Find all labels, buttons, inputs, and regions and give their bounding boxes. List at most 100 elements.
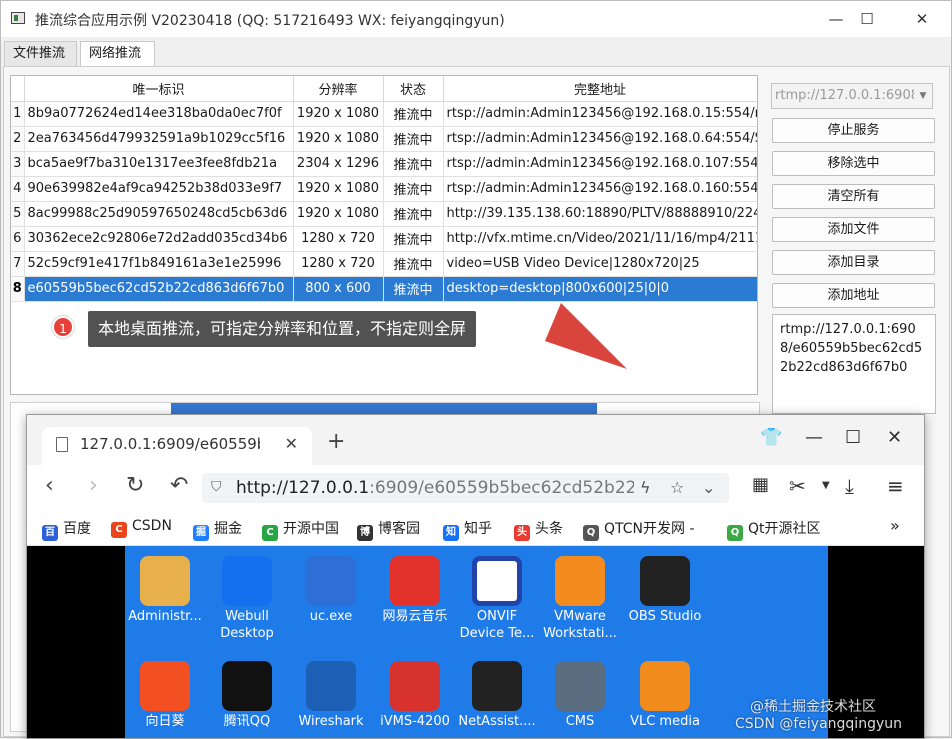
cell-id: 8b9a0772624ed14ee318ba0da0ec7f0f xyxy=(24,101,294,127)
header-url[interactable]: 完整地址 xyxy=(443,76,757,102)
scissors-icon[interactable]: ✂ xyxy=(789,474,806,498)
desktop-icon-label: VMware Workstati... xyxy=(543,609,617,641)
cell-status: 推流中 xyxy=(383,101,444,127)
chevron-down-icon: ▼ xyxy=(914,84,932,108)
desktop-icon-label: VLC media xyxy=(630,714,700,729)
cell-id: bca5ae9f7ba310e1317ee3fee8fdb21a xyxy=(24,151,294,177)
row-number: 6 xyxy=(11,226,25,252)
cell-url: rtsp://admin:Admin123456@192.168.0.15:55… xyxy=(443,101,757,127)
bookmark-item[interactable]: C 开源中国 xyxy=(262,518,339,541)
chevron-down-icon[interactable]: ⌄ xyxy=(702,478,715,497)
browser-tab[interactable]: 127.0.0.1:6909/e60559b5 ✕ xyxy=(42,427,312,465)
apps-icon[interactable]: ▦ xyxy=(752,474,769,495)
row-number: 7 xyxy=(11,251,25,277)
close-browser-icon[interactable]: ✕ xyxy=(887,427,902,448)
back-icon[interactable]: ‹ xyxy=(45,473,54,498)
row-number: 3 xyxy=(11,151,25,177)
cell-status: 推流中 xyxy=(383,201,444,227)
bookmark-item[interactable]: 掘掘金 xyxy=(193,518,242,541)
desktop-icon[interactable]: Webull Desktop xyxy=(205,556,289,642)
table-row[interactable]: 3 bca5ae9f7ba310e1317ee3fee8fdb21a 2304 x … xyxy=(11,151,757,177)
server-select[interactable]: rtmp://127.0.0.1:6908 ▼ xyxy=(771,83,933,109)
maximize-browser-icon[interactable]: ☐ xyxy=(845,427,861,448)
bookmark-item[interactable]: 知知乎 xyxy=(443,518,492,541)
browser-tab-title: 127.0.0.1:6909/e60559b5 xyxy=(80,435,260,453)
desktop-icon[interactable]: Wireshark xyxy=(289,661,373,730)
tab-network-push[interactable]: 网络推流 xyxy=(80,41,155,68)
stream-table[interactable]: 唯一标识 分辨率 状态 完整地址 1 8b9a0772624ed14ee318ba… xyxy=(10,75,758,395)
desktop-icon[interactable]: ONVIF Device Te... xyxy=(455,556,539,642)
cell-id: 52c59cf91e417f1b849161a3e1e25996 xyxy=(24,251,294,277)
desktop-app-icon xyxy=(640,661,690,711)
table-row[interactable]: 2 2ea763456d479932591a9b1029cc5f16 1920 x … xyxy=(11,126,757,152)
scissors-menu-icon[interactable]: ▼ xyxy=(822,480,830,491)
row-number: 2 xyxy=(11,126,25,152)
desktop-icon[interactable]: VMware Workstati... xyxy=(538,556,622,642)
bookmark-item[interactable]: C CSDN xyxy=(111,518,172,538)
desktop-icon[interactable]: NetAssist.... xyxy=(455,661,539,730)
clear-all-button[interactable]: 清空所有 xyxy=(772,184,935,209)
header-id[interactable]: 唯一标识 xyxy=(24,76,294,102)
minimize-browser-icon[interactable]: — xyxy=(805,427,823,448)
address-bar[interactable]: ⛉ http://127.0.0.1:6909/e60559b5bec62cd5… xyxy=(202,473,729,503)
row-number: 1 xyxy=(11,101,25,127)
maximize-button[interactable]: ☐ xyxy=(844,1,890,37)
desktop-icon[interactable]: iVMS-4200 xyxy=(373,661,457,730)
bookmark-icon: Q xyxy=(583,525,599,541)
desktop-icon[interactable]: 向日葵 xyxy=(123,661,207,730)
tab-file-push[interactable]: 文件推流 xyxy=(4,41,77,67)
bookmark-item[interactable]: 头头条 xyxy=(514,518,563,541)
table-row[interactable]: 1 8b9a0772624ed14ee318ba0da0ec7f0f 1920 x … xyxy=(11,101,757,127)
desktop-icon-label: iVMS-4200 xyxy=(380,714,450,729)
bookmark-item[interactable]: Q Qt开源社区 xyxy=(727,518,821,541)
desktop-icon[interactable]: Administr... xyxy=(123,556,207,625)
reload-icon[interactable]: ↻ xyxy=(126,473,144,498)
header-status[interactable]: 状态 xyxy=(383,76,444,102)
desktop-app-icon xyxy=(390,556,440,606)
bookmarks-more-icon[interactable]: » xyxy=(890,516,900,535)
close-tab-icon[interactable]: ✕ xyxy=(285,434,298,453)
callout-badge: 1 xyxy=(52,316,74,338)
stop-service-button[interactable]: 停止服务 xyxy=(772,118,935,143)
table-row[interactable]: 8 e60559b5bec62cd52b22cd863d6f67b0 800 x 6… xyxy=(11,276,757,302)
stream-url-text[interactable]: rtmp://127.0.0.1:6908/e60559b5bec62cd52b… xyxy=(772,314,936,414)
forward-icon[interactable]: › xyxy=(89,473,98,498)
undo-icon[interactable]: ↶ xyxy=(170,473,188,498)
lightning-icon[interactable]: ϟ xyxy=(640,478,651,497)
add-directory-button[interactable]: 添加目录 xyxy=(772,250,935,275)
table-row[interactable]: 7 52c59cf91e417f1b849161a3e1e25996 1280 x … xyxy=(11,251,757,277)
cell-id: 90e639982e4af9ca94252b38d033e9f7 xyxy=(24,176,294,202)
bookmark-item[interactable]: 博博客园 xyxy=(357,518,420,541)
header-resolution[interactable]: 分辨率 xyxy=(293,76,384,102)
table-row[interactable]: 6 30362ece2c92806e72d2add035cd34b6 1280 x … xyxy=(11,226,757,252)
desktop-icon[interactable]: OBS Studio xyxy=(623,556,707,625)
cell-status: 推流中 xyxy=(383,226,444,252)
bookmark-item[interactable]: 百百度 xyxy=(42,518,91,541)
table-row[interactable]: 4 90e639982e4af9ca94252b38d033e9f7 1920 x … xyxy=(11,176,757,202)
download-icon[interactable]: ⤓ xyxy=(845,474,854,498)
shirt-icon[interactable]: 👕 xyxy=(760,427,782,448)
window-title: 推流综合应用示例 V20230418 (QQ: 517216493 WX: fe… xyxy=(35,13,505,29)
cell-url: rtsp://admin:Admin123456@192.168.0.160:5… xyxy=(443,176,757,202)
cell-id: e60559b5bec62cd52b22cd863d6f67b0 xyxy=(24,276,294,302)
desktop-icon[interactable]: VLC media xyxy=(623,661,707,730)
add-file-button[interactable]: 添加文件 xyxy=(772,217,935,242)
document-icon xyxy=(56,437,68,452)
new-tab-icon[interactable]: + xyxy=(327,429,345,454)
table-row[interactable]: 5 8ac99988c25d90597650248cd5cb63d6 1920 x … xyxy=(11,201,757,227)
bookmark-icon: C xyxy=(111,522,127,538)
cell-id: 2ea763456d479932591a9b1029cc5f16 xyxy=(24,126,294,152)
bookmark-item[interactable]: Q QTCN开发网 - xyxy=(583,518,695,541)
desktop-icon[interactable]: 网易云音乐 xyxy=(373,556,457,625)
desktop-icon-label: Webull Desktop xyxy=(220,609,274,641)
star-icon[interactable]: ☆ xyxy=(670,478,684,497)
menu-icon[interactable]: ≡ xyxy=(887,474,904,498)
close-button[interactable]: ✕ xyxy=(899,1,945,37)
desktop-icon[interactable]: CMS xyxy=(538,661,622,730)
cell-url: http://39.135.138.60:18890/PLTV/88888910… xyxy=(443,201,757,227)
cell-resolution: 1920 x 1080 xyxy=(293,101,384,127)
desktop-icon[interactable]: 腾讯QQ xyxy=(205,661,289,730)
remove-selected-button[interactable]: 移除选中 xyxy=(772,151,935,176)
desktop-icon[interactable]: uc.exe xyxy=(289,556,373,625)
add-address-button[interactable]: 添加地址 xyxy=(772,283,935,308)
